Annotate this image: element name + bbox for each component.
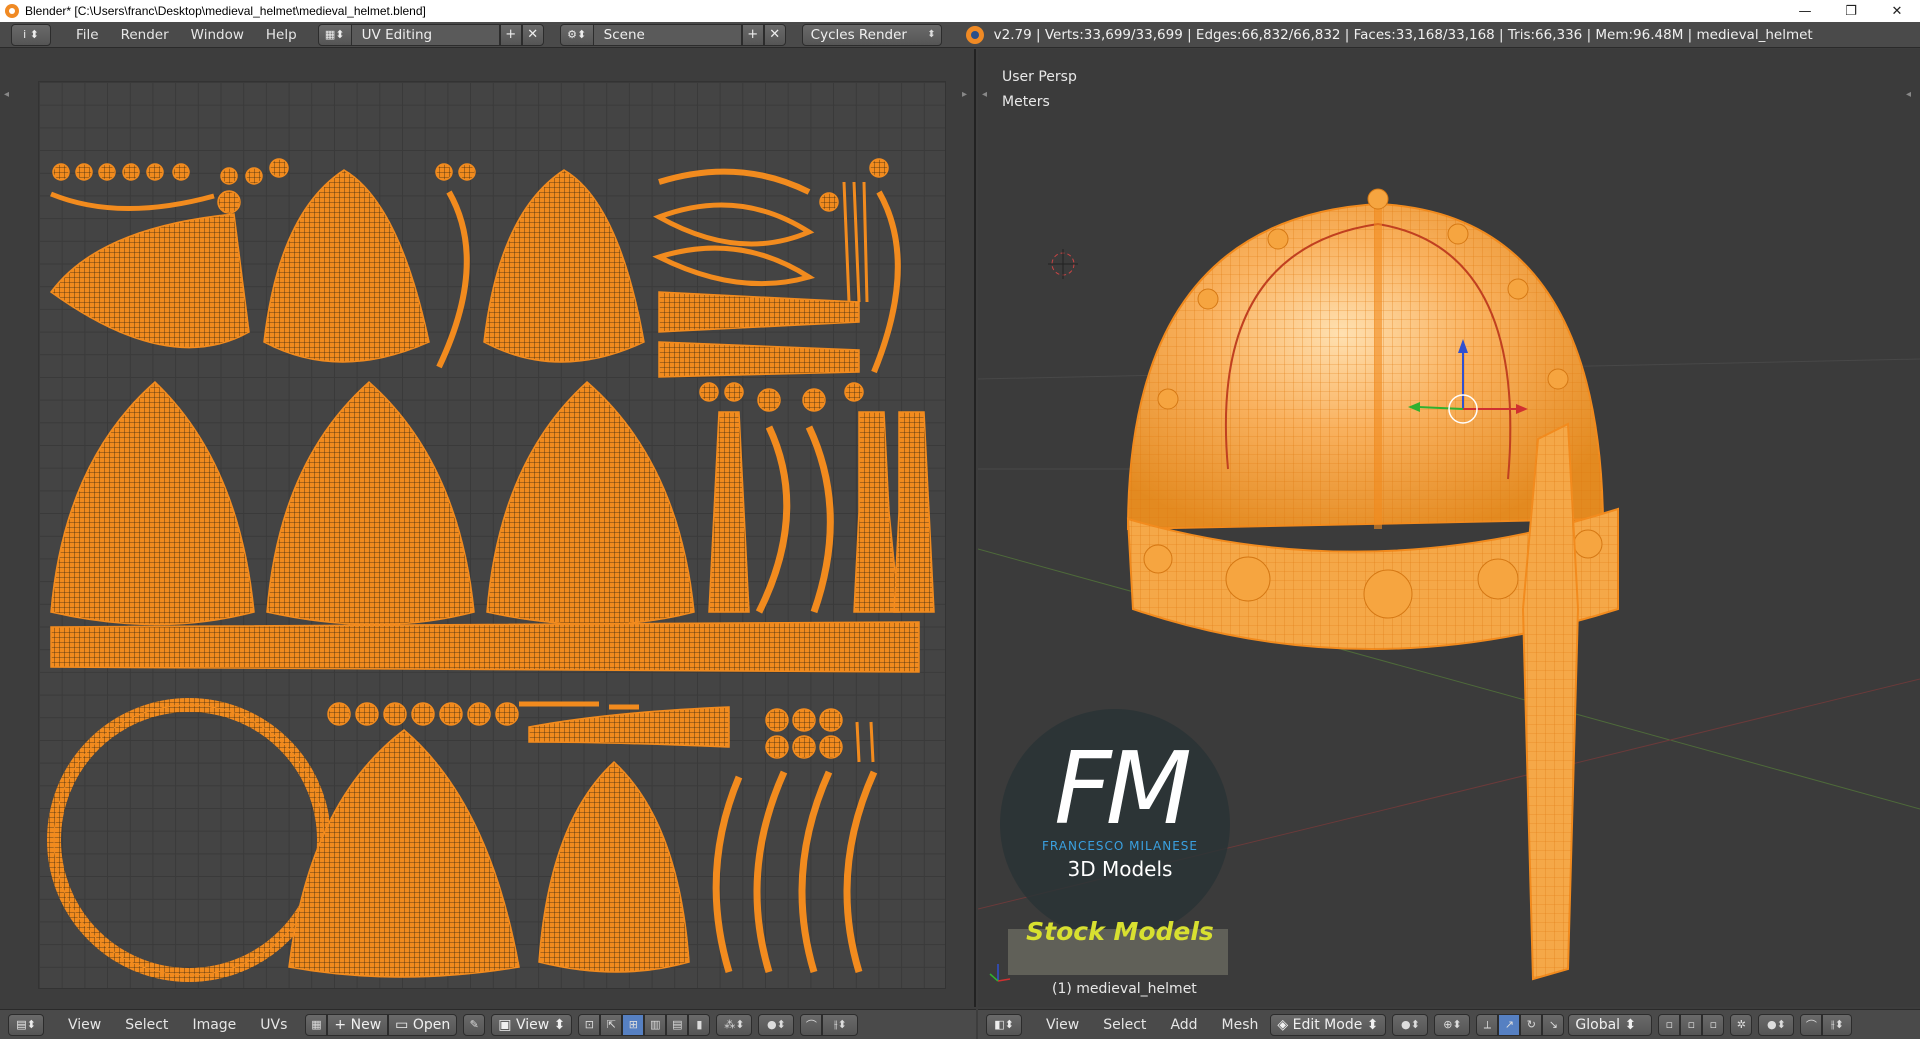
- scale-manipulator-icon[interactable]: ↘: [1542, 1013, 1565, 1036]
- snap-icon[interactable]: ⌒: [800, 1013, 823, 1036]
- vp-menu-mesh[interactable]: Mesh: [1210, 1017, 1271, 1033]
- uv-menu-uvs[interactable]: UVs: [248, 1017, 299, 1033]
- translate-manipulator-icon[interactable]: ↗: [1498, 1013, 1521, 1036]
- interaction-mode-select[interactable]: ◈ Edit Mode ⬍: [1270, 1013, 1387, 1036]
- layer-1-icon[interactable]: ▫: [1658, 1013, 1681, 1036]
- uv-canvas[interactable]: [38, 81, 946, 989]
- vertex-select-icon[interactable]: ⊞: [622, 1013, 645, 1036]
- rotate-manipulator-icon[interactable]: ↻: [1520, 1013, 1543, 1036]
- add-screen-button[interactable]: +: [499, 23, 522, 46]
- pivot-icon[interactable]: ⊡: [578, 1013, 601, 1036]
- screen-layout-icon[interactable]: ▦⬍: [317, 23, 352, 46]
- occlude-geometry-icon[interactable]: ✲: [1730, 1013, 1753, 1036]
- toolshelf-toggle-icon[interactable]: ◂: [4, 89, 12, 100]
- scene-name[interactable]: Scene: [593, 23, 742, 46]
- add-scene-button[interactable]: +: [741, 23, 764, 46]
- uv-sync-icon[interactable]: ⁂⬍: [716, 1013, 753, 1036]
- render-engine-select[interactable]: Cycles Render: [801, 23, 942, 46]
- uv-editor-header: ▤⬍ View Select Image UVs ▦ + New ▭ Open …: [0, 1009, 976, 1039]
- uv-view-mode-select[interactable]: ▣ View ⬍: [491, 1013, 573, 1036]
- island-select-icon[interactable]: ▮: [688, 1013, 711, 1036]
- orientation-label: Global: [1575, 1016, 1621, 1033]
- scene-statistics: v2.79 | Verts:33,699/33,699 | Edges:66,8…: [993, 26, 1813, 43]
- face-select-icon[interactable]: ▤: [666, 1013, 689, 1036]
- uv-menu-view[interactable]: View: [56, 1017, 113, 1033]
- pivot-point-icon[interactable]: ⊕⬍: [1434, 1013, 1471, 1036]
- manipulator-toggle-icon[interactable]: ⟂: [1476, 1013, 1499, 1036]
- window-title: Blender* [C:\Users\franc\Desktop\medieva…: [25, 4, 426, 18]
- view-mode-icon: ▣: [498, 1016, 516, 1033]
- uv-islands: [47, 158, 935, 982]
- menu-render[interactable]: Render: [110, 27, 180, 43]
- remove-screen-button[interactable]: ✕: [521, 23, 544, 46]
- uv-view-mode-label: View: [515, 1016, 550, 1033]
- minimize-button[interactable]: —: [1782, 0, 1828, 22]
- open-image-button[interactable]: ▭ Open: [388, 1013, 458, 1036]
- logo-main-text: FM: [1054, 730, 1192, 847]
- folder-icon: ▭: [395, 1016, 413, 1033]
- shading-mode-icon[interactable]: ●⬍: [1392, 1013, 1429, 1036]
- info-editor-type-button[interactable]: i ⬍: [11, 23, 51, 46]
- sticky-select-icon[interactable]: ⇱: [600, 1013, 623, 1036]
- transform-orientation-select[interactable]: Global ⬍: [1568, 1013, 1653, 1036]
- close-button[interactable]: ✕: [1874, 0, 1920, 22]
- new-image-button[interactable]: + New: [327, 1013, 389, 1036]
- active-object-label: (1) medieval_helmet: [1052, 981, 1197, 997]
- vp-snap-element-icon[interactable]: ⫲⬍: [1822, 1013, 1853, 1036]
- screen-layout-selector: ▦⬍ UV Editing + ✕: [317, 23, 544, 46]
- snap-element-icon[interactable]: ⫲⬍: [822, 1013, 859, 1036]
- edit-mode-icon: ◈: [1277, 1016, 1293, 1033]
- blender-app-icon: [5, 4, 19, 18]
- uv-editor-type-button[interactable]: ▤⬍: [8, 1013, 44, 1036]
- scene-icon[interactable]: ⚙⬍: [559, 23, 594, 46]
- info-header: i ⬍ File Render Window Help ▦⬍ UV Editin…: [0, 22, 1920, 48]
- 3d-view-header: ◧⬍ View Select Add Mesh ◈ Edit Mode ⬍ ●⬍…: [978, 1009, 1920, 1039]
- window-titlebar: Blender* [C:\Users\franc\Desktop\medieva…: [0, 0, 1920, 22]
- uv-menu-select[interactable]: Select: [113, 1017, 180, 1033]
- screen-layout-name[interactable]: UV Editing: [351, 23, 500, 46]
- plus-icon: +: [334, 1016, 351, 1033]
- menu-window[interactable]: Window: [180, 27, 255, 43]
- uv-image-editor[interactable]: ◂ ▸: [0, 49, 976, 1007]
- proportional-edit-icon[interactable]: ●⬍: [758, 1013, 795, 1036]
- vp-editor-type-button[interactable]: ◧⬍: [986, 1013, 1022, 1036]
- edge-select-icon[interactable]: ▥: [644, 1013, 667, 1036]
- pin-icon[interactable]: ✎: [463, 1013, 486, 1036]
- vp-snap-icon[interactable]: ⌒: [1800, 1013, 1823, 1036]
- watermark-logo-text: FM FRANCESCO MILANESE 3D Models: [1020, 730, 1220, 882]
- restore-button[interactable]: ❐: [1828, 0, 1874, 22]
- vp-menu-add[interactable]: Add: [1158, 1017, 1209, 1033]
- uv-menu-image[interactable]: Image: [180, 1017, 248, 1033]
- stock-models-label: Stock Models: [1026, 917, 1214, 946]
- logo-author-text: FRANCESCO MILANESE: [1042, 839, 1198, 853]
- layer-3-icon[interactable]: ▫: [1702, 1013, 1725, 1036]
- scene-selector: ⚙⬍ Scene + ✕: [559, 23, 786, 46]
- axes-widget-icon: [989, 964, 1011, 982]
- properties-toggle-icon[interactable]: ▸: [962, 89, 970, 100]
- menu-help[interactable]: Help: [255, 27, 308, 43]
- remove-scene-button[interactable]: ✕: [763, 23, 786, 46]
- vp-proportional-edit-icon[interactable]: ●⬍: [1758, 1013, 1795, 1036]
- interaction-mode-label: Edit Mode: [1292, 1016, 1363, 1033]
- blender-logo-icon: [965, 25, 984, 44]
- new-image-label: New: [350, 1016, 382, 1033]
- vp-menu-view[interactable]: View: [1034, 1017, 1091, 1033]
- menu-file[interactable]: File: [65, 27, 110, 43]
- 3d-cursor-icon: [1048, 249, 1078, 279]
- 3d-viewport[interactable]: ◂ ◂ User Persp Meters FM FRANCESCO MILAN…: [978, 49, 1920, 1007]
- image-browse-icon[interactable]: ▦: [305, 1013, 328, 1036]
- vp-menu-select[interactable]: Select: [1091, 1017, 1158, 1033]
- layer-2-icon[interactable]: ▫: [1680, 1013, 1703, 1036]
- logo-tagline-text: 3D Models: [1067, 857, 1173, 881]
- open-image-label: Open: [412, 1016, 451, 1033]
